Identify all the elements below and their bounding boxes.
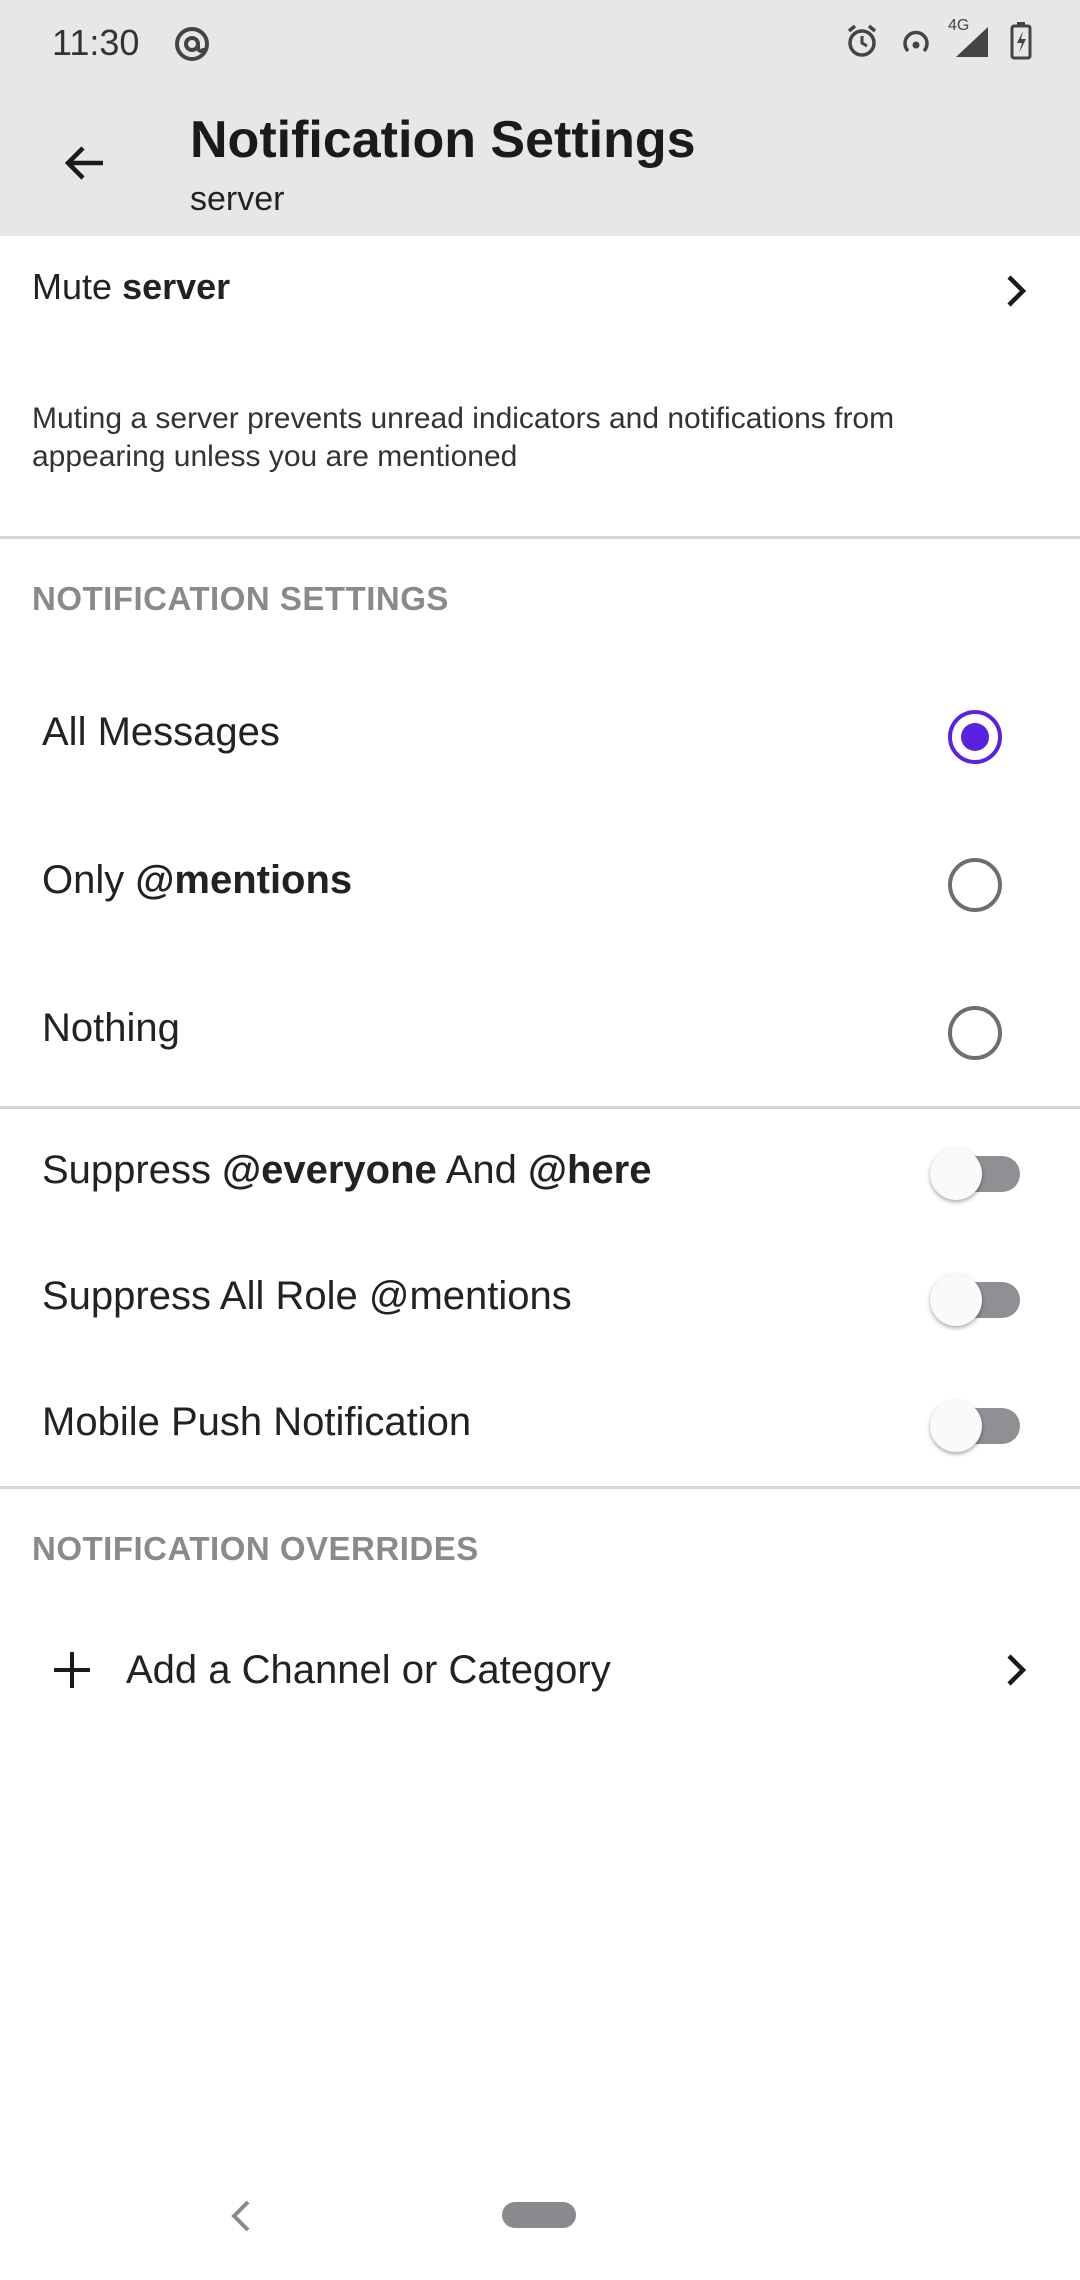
toggle-label: Suppress @everyone And @here — [42, 1148, 651, 1193]
page-subtitle: server — [190, 180, 285, 218]
toggle-label-part: Suppress — [42, 1148, 211, 1192]
divider — [0, 1486, 1080, 1489]
network-label: 4G — [948, 17, 970, 34]
radio-label-bold: @mentions — [135, 858, 353, 902]
radio-label: All Messages — [42, 710, 280, 754]
radio-label-prefix: Only — [42, 858, 125, 902]
alarm-icon — [844, 23, 880, 64]
add-channel-or-category-button[interactable]: Add a Channel or Category — [0, 1610, 1080, 1730]
toggle-knob — [930, 1148, 982, 1200]
radio-all-messages[interactable]: All Messages — [0, 662, 1080, 810]
divider — [0, 1106, 1080, 1109]
add-channel-label: Add a Channel or Category — [126, 1648, 611, 1692]
chevron-right-icon — [1007, 275, 1027, 307]
notification-overrides-header: NOTIFICATION OVERRIDES — [32, 1530, 479, 1567]
radio-nothing[interactable]: Nothing — [0, 958, 1080, 1106]
page-title: Notification Settings — [190, 111, 696, 169]
status-time: 11:30 — [52, 22, 140, 63]
notification-settings-header: NOTIFICATION SETTINGS — [32, 580, 449, 617]
status-icons: 4G — [844, 17, 1032, 65]
radio-unselected-icon[interactable] — [948, 858, 1002, 912]
signal-icon: 4G — [948, 17, 992, 64]
mute-server-label: Mute server — [32, 266, 230, 308]
toggle-suppress-role-mentions[interactable]: Suppress All Role @mentions — [0, 1236, 1080, 1360]
toggle-label-part: And — [445, 1148, 517, 1192]
toggle-label: Mobile Push Notification — [42, 1400, 472, 1444]
divider — [0, 536, 1080, 539]
at-icon — [172, 24, 212, 64]
radio-unselected-icon[interactable] — [948, 1006, 1002, 1060]
back-button[interactable] — [50, 128, 120, 198]
radio-label: Only @mentions — [42, 858, 352, 903]
chevron-right-icon — [1007, 1654, 1027, 1686]
arrow-left-icon — [64, 146, 103, 180]
toggle-knob — [930, 1400, 982, 1452]
plus-icon — [54, 1652, 90, 1688]
battery-icon — [1010, 22, 1032, 65]
mute-server-name: server — [122, 266, 231, 307]
hotspot-icon — [898, 23, 934, 64]
radio-label: Nothing — [42, 1006, 180, 1050]
nav-back-icon[interactable] — [224, 2196, 256, 2236]
toggle-label-bold: @here — [527, 1148, 652, 1192]
mute-prefix: Mute — [32, 266, 113, 307]
toggle-suppress-everyone-here[interactable]: Suppress @everyone And @here — [0, 1110, 1080, 1234]
radio-only-mentions[interactable]: Only @mentions — [0, 810, 1080, 958]
mute-server-row[interactable]: Mute server — [0, 236, 1080, 346]
toggle-mobile-push[interactable]: Mobile Push Notification — [0, 1362, 1080, 1486]
mute-description: Muting a server prevents unread indicato… — [32, 402, 895, 473]
status-bar: 11:30 4G — [0, 0, 1080, 88]
toggle-label-bold: @everyone — [222, 1148, 437, 1192]
toggle-label: Suppress All Role @mentions — [42, 1274, 572, 1318]
radio-selected-icon[interactable] — [948, 710, 1002, 764]
app-bar: Notification Settings server — [0, 88, 1080, 236]
nav-home-pill[interactable] — [502, 2202, 576, 2228]
toggle-knob — [930, 1274, 982, 1326]
